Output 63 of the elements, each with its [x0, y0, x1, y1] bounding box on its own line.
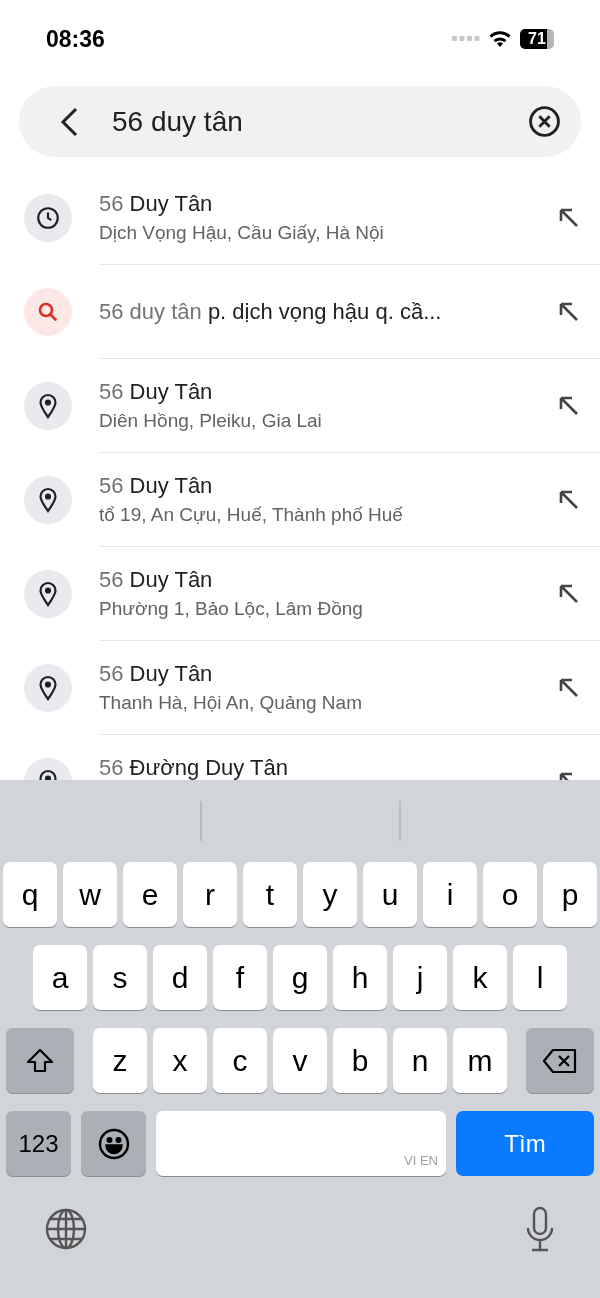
keyboard-key[interactable]: p	[543, 862, 597, 927]
keyboard-key[interactable]: y	[303, 862, 357, 927]
delete-key[interactable]	[526, 1028, 594, 1093]
keyboard-key[interactable]: j	[393, 945, 447, 1010]
keyboard-key[interactable]: m	[453, 1028, 507, 1093]
search-field[interactable]: 56 duy tân	[19, 86, 581, 157]
keyboard-key[interactable]: a	[33, 945, 87, 1010]
back-icon[interactable]	[59, 105, 79, 138]
result-address: Phường 1, Bảo Lộc, Lâm Đồng	[99, 596, 364, 621]
result-item[interactable]: 56 Duy Tân tổ 19, An Cựu, Huế, Thành phố Huế	[0, 453, 600, 547]
keyboard-key[interactable]: d	[153, 945, 207, 1010]
result-item[interactable]: 56 duy tân p. dịch vọng hậu q. cầ...	[0, 265, 600, 359]
keyboard-key[interactable]: q	[3, 862, 57, 927]
result-title: 56 Duy Tân	[99, 565, 214, 594]
keyboard-key[interactable]: s	[93, 945, 147, 1010]
keyboard-key[interactable]: h	[333, 945, 387, 1010]
keyboard-key[interactable]: w	[63, 862, 117, 927]
keyboard-key[interactable]: v	[273, 1028, 327, 1093]
result-title: 56 Duy Tân	[99, 659, 214, 688]
keyboard-key[interactable]: k	[453, 945, 507, 1010]
wifi-icon	[488, 30, 512, 48]
result-title: 56 Duy Tân	[99, 377, 214, 406]
keyboard-key[interactable]: g	[273, 945, 327, 1010]
clock-icon	[35, 205, 61, 231]
numbers-key[interactable]: 123	[6, 1111, 71, 1176]
keyboard-key[interactable]: b	[333, 1028, 387, 1093]
keyboard-key[interactable]: t	[243, 862, 297, 927]
search-key[interactable]: Tìm	[456, 1111, 594, 1176]
keyboard-key[interactable]: e	[123, 862, 177, 927]
result-title: 56 duy tân p. dịch vọng hậu q. cầ...	[99, 297, 443, 326]
result-address: Dịch Vọng Hậu, Cầu Giấy, Hà Nội	[99, 220, 385, 245]
status-time: 08:36	[46, 24, 105, 54]
result-item[interactable]: 56 Duy Tân Dịch Vọng Hậu, Cầu Giấy, Hà Nội	[0, 171, 600, 265]
result-item[interactable]: 56 Duy Tân Thanh Hà, Hội An, Quảng Nam	[0, 641, 600, 735]
result-item[interactable]: 56 Duy Tân Diên Hồng, Pleiku, Gia Lai	[0, 359, 600, 453]
emoji-key[interactable]	[81, 1111, 146, 1176]
result-address: tổ 19, An Cựu, Huế, Thành phố Huế	[99, 502, 404, 527]
shift-key[interactable]	[6, 1028, 74, 1093]
result-title: 56 Duy Tân	[99, 189, 214, 218]
result-item[interactable]: 56 Duy Tân Phường 1, Bảo Lộc, Lâm Đồng	[0, 547, 600, 641]
result-address: Thanh Hà, Hội An, Quảng Nam	[99, 690, 363, 715]
battery-indicator: 71	[520, 29, 554, 49]
result-address: Diên Hồng, Pleiku, Gia Lai	[99, 408, 323, 433]
keyboard-key[interactable]: z	[93, 1028, 147, 1093]
signal-icon	[452, 36, 480, 42]
keyboard-key[interactable]: l	[513, 945, 567, 1010]
search-value: 56 duy tân	[112, 104, 244, 139]
keyboard-key[interactable]: n	[393, 1028, 447, 1093]
keyboard-key[interactable]: x	[153, 1028, 207, 1093]
keyboard-key[interactable]: c	[213, 1028, 267, 1093]
globe-icon[interactable]	[44, 1207, 88, 1251]
backspace-icon	[542, 1047, 578, 1074]
clear-icon[interactable]	[528, 105, 561, 138]
keyboard-key[interactable]: f	[213, 945, 267, 1010]
keyboard-key[interactable]: i	[423, 862, 477, 927]
microphone-icon[interactable]	[524, 1206, 556, 1252]
keyboard-key[interactable]: o	[483, 862, 537, 927]
smiley-icon	[97, 1127, 130, 1160]
result-title: 56 Đường Duy Tân	[99, 753, 289, 780]
keyboard-key[interactable]: u	[363, 862, 417, 927]
search-icon	[36, 300, 60, 324]
keyboard-key[interactable]: r	[183, 862, 237, 927]
result-title: 56 Duy Tân	[99, 471, 214, 500]
